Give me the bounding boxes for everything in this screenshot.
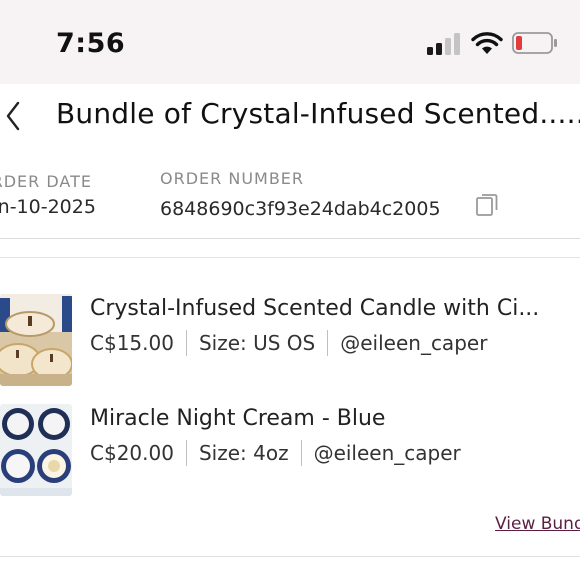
order-date-value: Jun-10-2025	[0, 196, 96, 218]
battery-low-icon	[512, 32, 557, 54]
divider	[185, 440, 187, 466]
order-meta: ORDER DATE Jun-10-2025 ORDER NUMBER 6848…	[0, 150, 580, 239]
item-size: Size: 4oz	[198, 441, 289, 465]
item-name: Crystal-Infused Scented Candle with Ci..…	[90, 296, 540, 321]
item-price: C$15.00	[90, 331, 174, 355]
item-name: Miracle Night Cream - Blue	[90, 406, 386, 431]
divider	[327, 330, 329, 356]
order-date-label: ORDER DATE	[0, 172, 92, 191]
item-details: C$15.00 Size: US OS @eileen_caper	[90, 330, 487, 356]
status-bar: 7:56	[0, 0, 580, 84]
order-number-label: ORDER NUMBER	[160, 169, 305, 188]
item-size: Size: US OS	[198, 331, 316, 355]
view-bundle-link[interactable]: View Bundle	[495, 514, 580, 534]
list-item[interactable]: Miracle Night Cream - Blue C$20.00 Size:…	[0, 402, 580, 498]
item-seller[interactable]: @eileen_caper	[314, 441, 461, 465]
copy-icon[interactable]	[474, 192, 500, 218]
candle-product-image	[0, 294, 72, 386]
status-time: 7:56	[56, 28, 126, 59]
page-title: Bundle of Crystal-Infused Scented......	[56, 97, 580, 130]
chevron-left-icon[interactable]	[2, 94, 38, 138]
cellular-signal-icon	[427, 33, 463, 55]
section-divider	[0, 239, 580, 258]
section-divider	[0, 556, 580, 557]
wifi-icon	[471, 32, 503, 54]
page-header: Bundle of Crystal-Infused Scented......	[0, 84, 580, 151]
night-cream-product-image	[0, 404, 72, 496]
item-price: C$20.00	[90, 441, 174, 465]
order-number-value: 6848690c3f93e24dab4c2005	[160, 198, 441, 220]
divider	[300, 440, 302, 466]
divider	[185, 330, 187, 356]
list-item[interactable]: Crystal-Infused Scented Candle with Ci..…	[0, 292, 580, 388]
item-seller[interactable]: @eileen_caper	[340, 331, 487, 355]
item-details: C$20.00 Size: 4oz @eileen_caper	[90, 440, 461, 466]
